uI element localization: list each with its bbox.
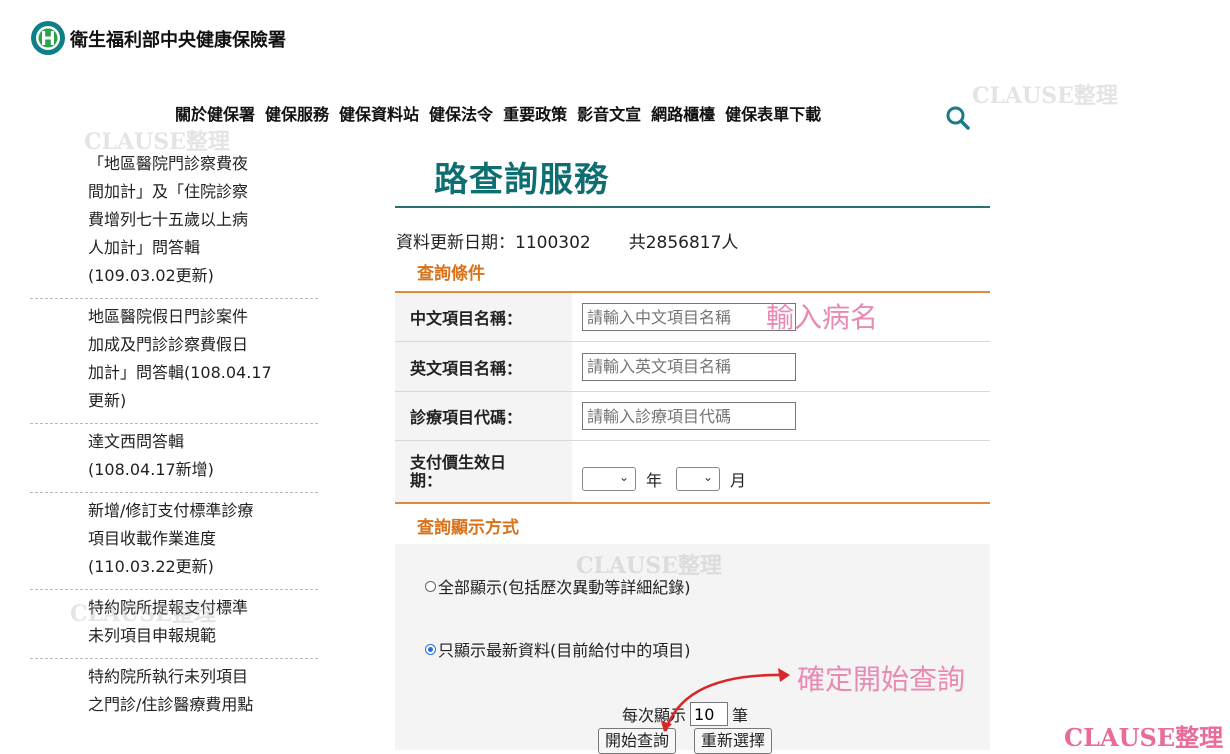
sidebar: 「地區醫院門診察費夜 間加計」及「住院診察 費增列七十五歲以上病 人加計」問答輯…	[30, 146, 318, 727]
watermark: CLAUSE整理	[972, 83, 1118, 109]
query-form: 中文項目名稱： 英文項目名稱： 診療項目代碼： 支付價生效日 期： ⌄ 年 ⌄ …	[395, 291, 990, 504]
year-select[interactable]: ⌄	[582, 466, 636, 491]
sidebar-item[interactable]: 新增/修訂支付標準診療 項目收載作業進度 (110.03.22更新)	[30, 493, 318, 590]
conditions-heading: 查詢條件	[417, 264, 485, 284]
form-row: 中文項目名稱：	[395, 293, 990, 342]
sidebar-item-label: 新增/修訂支付標準診療 項目收載作業進度 (110.03.22更新)	[88, 501, 254, 576]
sidebar-item-label: 地區醫院假日門診案件 加成及門診診察費假日 加計」問答輯(108.04.17 更…	[88, 307, 272, 410]
sidebar-item[interactable]: 達文西問答輯 (108.04.17新增)	[30, 424, 318, 493]
nav-services[interactable]: 健保服務	[265, 101, 329, 125]
red-arrow-icon	[661, 668, 790, 732]
month-select[interactable]: ⌄	[676, 466, 721, 491]
month-unit: 月	[730, 470, 747, 490]
main-nav: 關於健保署 健保服務 健保資料站 健保法令 重要政策 影音文宣 網路櫃檯 健保表…	[175, 101, 831, 125]
nav-data-station[interactable]: 健保資料站	[339, 101, 419, 125]
annotation-query-hint: 確定開始查詢	[797, 663, 966, 696]
update-info: 資料更新日期：1100302 共2856817人	[396, 228, 738, 253]
watermark: CLAUSE整理	[70, 601, 216, 627]
chevron-down-icon: ⌄	[618, 469, 629, 484]
watermark: CLAUSE整理	[84, 129, 230, 155]
form-row: 診療項目代碼：	[395, 392, 990, 441]
update-date: 資料更新日期：1100302	[396, 233, 591, 253]
watermark: CLAUSE整理	[576, 553, 722, 579]
nav-forms[interactable]: 健保表單下載	[725, 101, 821, 125]
nav-about[interactable]: 關於健保署	[175, 101, 255, 125]
sidebar-item-label: 達文西問答輯 (108.04.17新增)	[88, 432, 214, 479]
chinese-name-input[interactable]	[582, 303, 796, 331]
nhi-logo-icon[interactable]	[30, 20, 66, 56]
display-heading: 查詢顯示方式	[417, 518, 519, 538]
page-title: 路查詢服務	[434, 160, 609, 200]
item-code-label: 診療項目代碼：	[395, 392, 572, 440]
sidebar-item-label: 「地區醫院門診察費夜 間加計」及「住院診察 費增列七十五歲以上病 人加計」問答輯…	[88, 154, 249, 285]
annotation-input-hint: 輸入病名	[766, 301, 879, 334]
nav-media[interactable]: 影音文宣	[577, 101, 641, 125]
english-name-input[interactable]	[582, 352, 796, 381]
sidebar-item[interactable]: 地區醫院假日門診案件 加成及門診診察費假日 加計」問答輯(108.04.17 更…	[30, 299, 318, 424]
item-code-input[interactable]	[582, 402, 796, 430]
sidebar-item-label: 特約院所執行未列項目 之門診/住診醫療費用點	[88, 667, 254, 714]
sidebar-item[interactable]: 特約院所執行未列項目 之門診/住診醫療費用點	[30, 659, 318, 727]
record-count: 共2856817人	[628, 233, 739, 253]
search-icon[interactable]	[944, 104, 972, 132]
radio-show-latest-label: 只顯示最新資料(目前給付中的項目)	[438, 641, 691, 660]
radio-button[interactable]	[425, 580, 436, 592]
chinese-name-label: 中文項目名稱：	[395, 293, 572, 341]
sidebar-item[interactable]: 「地區醫院門診察費夜 間加計」及「住院診察 費增列七十五歲以上病 人加計」問答輯…	[30, 146, 318, 299]
year-unit: 年	[646, 470, 663, 490]
title-divider	[395, 206, 990, 208]
form-row: 支付價生效日 期： ⌄ 年 ⌄ 月	[395, 441, 990, 502]
nav-regulations[interactable]: 健保法令	[429, 101, 493, 125]
effective-date-label: 支付價生效日 期：	[395, 441, 572, 502]
site-name[interactable]: 衛生福利部中央健康保險署	[70, 26, 286, 52]
radio-show-latest[interactable]: 只顯示最新資料(目前給付中的項目)	[425, 637, 691, 661]
radio-button-selected[interactable]	[425, 643, 436, 655]
nav-policies[interactable]: 重要政策	[503, 101, 567, 125]
chevron-down-icon: ⌄	[702, 469, 714, 484]
watermark: CLAUSE整理	[1064, 723, 1224, 752]
form-row: 英文項目名稱：	[395, 342, 990, 392]
english-name-label: 英文項目名稱：	[395, 342, 572, 391]
nav-online-counter[interactable]: 網路櫃檯	[651, 101, 715, 125]
